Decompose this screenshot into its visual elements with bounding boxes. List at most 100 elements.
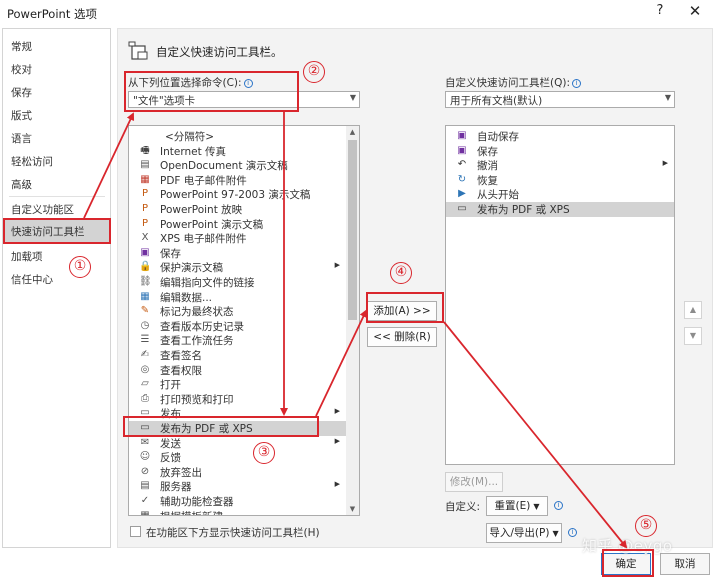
toolbar-command-item-label: 从头开始 bbox=[477, 189, 519, 202]
options-sidebar: 常规 校对 保存 版式 语言 轻松访问 高级 自定义功能区 快速访问工具栏 加载… bbox=[2, 28, 111, 548]
command-item[interactable]: ◎ 查看权限 bbox=[129, 363, 359, 378]
annotation-number-3: ③ bbox=[253, 442, 275, 464]
command-item[interactable]: ▦ PDF 电子邮件附件 bbox=[129, 173, 359, 188]
toolbar-command-item[interactable]: ↶ 撤消 ▶ bbox=[446, 158, 674, 173]
annotation-box-command-source bbox=[124, 71, 299, 112]
command-item-label: XPS 电子邮件附件 bbox=[160, 233, 247, 246]
save-icon: ▣ bbox=[140, 246, 150, 258]
remove-button[interactable]: << 删除(R) bbox=[367, 327, 437, 347]
import-export-button[interactable]: 导入/导出(P) ▼ bbox=[486, 523, 562, 543]
submenu-arrow-icon: ▶ bbox=[334, 261, 340, 270]
toolbar-command-item[interactable]: ▶ 从头开始 bbox=[446, 187, 674, 202]
discard-icon: ⊘ bbox=[140, 465, 150, 477]
title-bar: PowerPoint 选项 ? ✕ bbox=[0, 0, 720, 26]
annotation-number-1: ① bbox=[69, 256, 91, 278]
command-item[interactable]: P PowerPoint 放映 bbox=[129, 202, 359, 217]
reset-button[interactable]: 重置(E) ▼ bbox=[486, 496, 548, 516]
command-item-label: PowerPoint 演示文稿 bbox=[160, 218, 264, 231]
chevron-down-icon: ▼ bbox=[349, 93, 356, 102]
toolbar-command-item-label: 自动保存 bbox=[477, 131, 519, 143]
customize-toolbar-label: 自定义快速访问工具栏(Q): i bbox=[445, 75, 581, 90]
command-item-label: 查看版本历史记录 bbox=[160, 320, 244, 333]
show-below-ribbon-checkbox[interactable] bbox=[130, 526, 141, 537]
sidebar-item-save[interactable]: 保存 bbox=[3, 81, 110, 103]
modify-button[interactable]: 修改(M)... bbox=[445, 472, 503, 492]
accessibility-icon: ✓ bbox=[140, 495, 150, 506]
show-below-ribbon-label: 在功能区下方显示快速访问工具栏(H) bbox=[146, 527, 320, 539]
move-down-icon[interactable]: ▼ bbox=[684, 327, 702, 345]
cancel-button[interactable]: 取消 bbox=[660, 553, 710, 575]
caret-down-icon: ▼ bbox=[533, 502, 540, 511]
slideshow-icon: ▶ bbox=[458, 188, 466, 200]
sidebar-item-general[interactable]: 常规 bbox=[3, 35, 110, 57]
command-item[interactable]: ▦ 编辑数据... bbox=[129, 290, 359, 305]
submenu-arrow-icon: ▶ bbox=[662, 159, 668, 168]
toolbar-commands-list[interactable]: ▣ 自动保存 ▣ 保存 ↶ 撤消 ▶ ↻ 恢复 ▶ 从头开始 ▭ 发布为 PDF 或 XPS bbox=[445, 125, 675, 465]
command-item[interactable]: 🖷 Internet 传真 bbox=[129, 144, 359, 159]
window-title: PowerPoint 选项 bbox=[7, 7, 97, 21]
move-up-icon[interactable]: ▲ bbox=[684, 301, 702, 319]
toolbar-scope-dropdown[interactable]: 用于所有文档(默认) ▼ bbox=[445, 91, 675, 108]
xps-icon: X bbox=[141, 232, 149, 244]
sidebar-item-proofing[interactable]: 校对 bbox=[3, 58, 110, 80]
command-item-label: 保护演示文稿 bbox=[160, 262, 223, 275]
lock-icon: 🔒 bbox=[139, 261, 152, 273]
command-item[interactable]: ▣ 保存 bbox=[129, 246, 359, 261]
command-item-label: 发送 bbox=[160, 437, 181, 450]
command-item[interactable]: <分隔符> bbox=[129, 129, 359, 144]
server-icon: ▤ bbox=[140, 480, 150, 492]
command-item-label: OpenDocument 演示文稿 bbox=[160, 160, 288, 173]
command-item[interactable]: ⛓ 编辑指向文件的链接 bbox=[129, 275, 359, 290]
toolbar-command-item-label: 撤消 bbox=[477, 160, 498, 173]
toolbar-command-item[interactable]: ▣ 保存 bbox=[446, 144, 674, 159]
commands-list[interactable]: ▲ ▼ <分隔符> 🖷 Internet 传真 ▤ OpenDocument 演示文稿 ▦… bbox=[128, 125, 360, 516]
command-item[interactable]: ✍ 查看签名 bbox=[129, 348, 359, 363]
command-item[interactable]: ✓ 辅助功能检查器 bbox=[129, 494, 359, 509]
sidebar-item-customize-ribbon[interactable]: 自定义功能区 bbox=[3, 198, 110, 220]
command-item[interactable]: P PowerPoint 97-2003 演示文稿 bbox=[129, 187, 359, 202]
help-button[interactable]: ? bbox=[652, 3, 668, 21]
toolbar-command-item[interactable]: ↻ 恢复 bbox=[446, 173, 674, 188]
command-item[interactable]: ☺ 反馈 bbox=[129, 450, 359, 465]
send-icon: ✉ bbox=[140, 436, 150, 448]
toolbar-command-item[interactable]: ▣ 自动保存 bbox=[446, 129, 674, 144]
sidebar-item-accessibility[interactable]: 轻松访问 bbox=[3, 150, 110, 172]
sidebar-item-advanced[interactable]: 高级 bbox=[3, 173, 110, 195]
close-button[interactable]: ✕ bbox=[686, 2, 704, 22]
command-item-label: 编辑指向文件的链接 bbox=[160, 277, 255, 289]
command-item-label: 放弃签出 bbox=[160, 466, 202, 479]
toolbar-command-item[interactable]: ▭ 发布为 PDF 或 XPS bbox=[446, 202, 674, 217]
command-item[interactable]: ▦ 根据模板新建 bbox=[129, 509, 359, 515]
command-item-label: 查看签名 bbox=[160, 350, 202, 362]
command-item-label: PDF 电子邮件附件 bbox=[160, 174, 247, 187]
command-item[interactable]: ▤ 服务器 ▶ bbox=[129, 479, 359, 494]
sidebar-item-layout[interactable]: 版式 bbox=[3, 104, 110, 126]
command-item[interactable]: ⎙ 打印预览和打印 bbox=[129, 392, 359, 407]
annotation-number-2: ② bbox=[303, 61, 325, 83]
command-item-label: 服务器 bbox=[160, 481, 192, 494]
info-icon: i bbox=[572, 79, 581, 88]
command-item[interactable]: X XPS 电子邮件附件 bbox=[129, 231, 359, 246]
command-item-label: 编辑数据... bbox=[160, 291, 213, 304]
command-item[interactable]: ✎ 标记为最终状态 bbox=[129, 304, 359, 319]
sidebar-item-add-ins[interactable]: 加载项 bbox=[3, 245, 110, 267]
command-item[interactable]: ☰ 查看工作流任务 bbox=[129, 333, 359, 348]
command-item[interactable]: ✉ 发送 ▶ bbox=[129, 436, 359, 451]
command-item-label: Internet 传真 bbox=[160, 145, 227, 158]
command-item[interactable]: P PowerPoint 演示文稿 bbox=[129, 217, 359, 232]
autosave-icon: ▣ bbox=[457, 130, 467, 141]
command-item-label: PowerPoint 放映 bbox=[160, 204, 243, 216]
command-item[interactable]: ▱ 打开 bbox=[129, 377, 359, 392]
command-item[interactable]: 🔒 保护演示文稿 ▶ bbox=[129, 260, 359, 275]
caret-down-icon: ▼ bbox=[552, 529, 559, 538]
command-item[interactable]: ⊘ 放弃签出 bbox=[129, 465, 359, 480]
command-item-label: 保存 bbox=[160, 247, 181, 260]
annotation-box-add-button bbox=[366, 292, 444, 323]
annotation-box-command-item bbox=[123, 416, 319, 437]
command-item[interactable]: ◷ 查看版本历史记录 bbox=[129, 319, 359, 334]
sidebar-item-language[interactable]: 语言 bbox=[3, 127, 110, 149]
command-item[interactable]: ▤ OpenDocument 演示文稿 bbox=[129, 158, 359, 173]
info-icon: i bbox=[554, 501, 563, 510]
sidebar-item-trust-center[interactable]: 信任中心 bbox=[3, 268, 110, 290]
permission-icon: ◎ bbox=[140, 363, 150, 375]
